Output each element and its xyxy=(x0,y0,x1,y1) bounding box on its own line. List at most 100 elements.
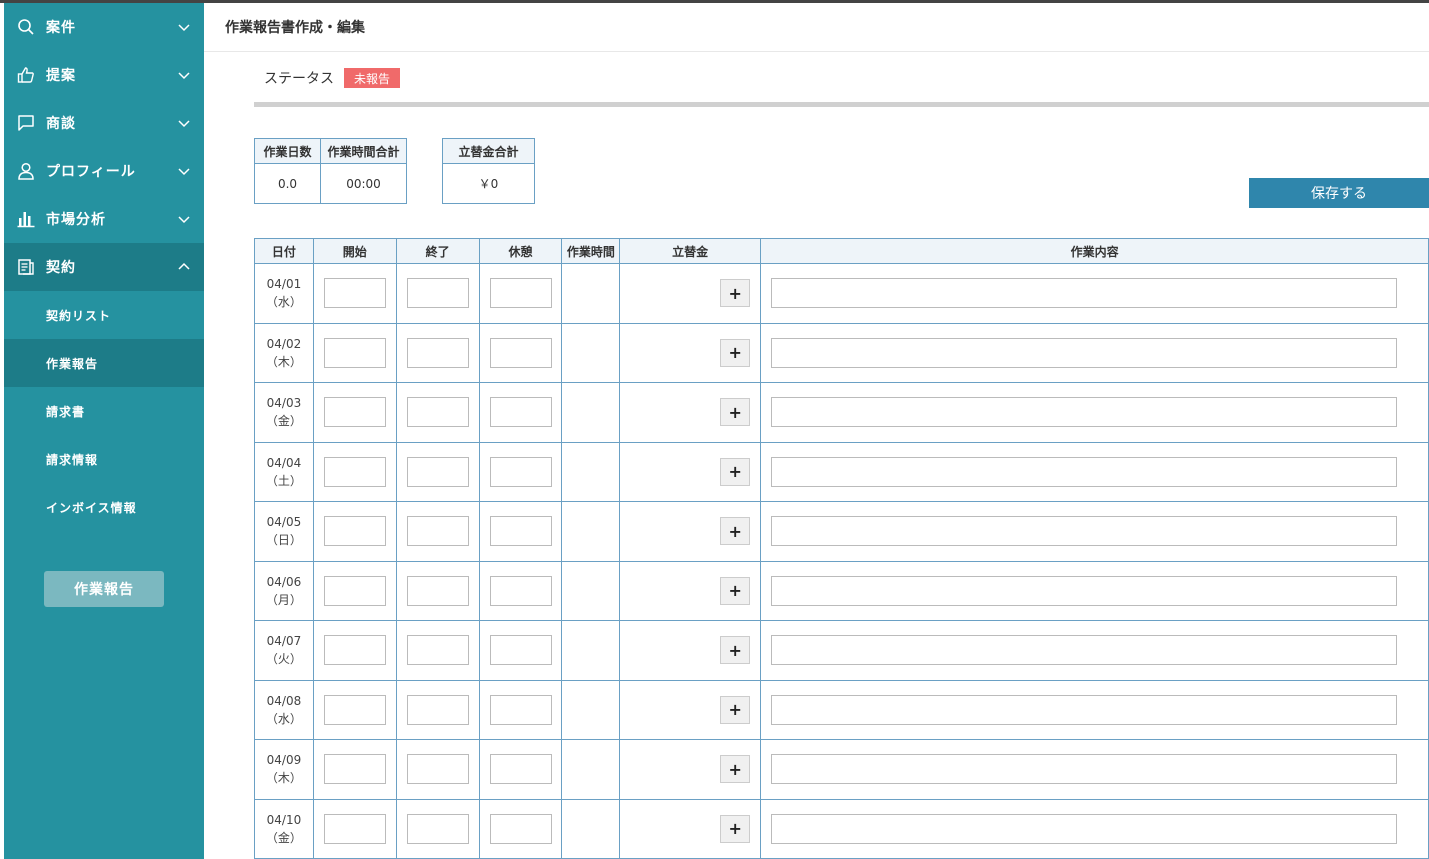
work-content-input[interactable] xyxy=(771,635,1398,666)
sidebar-subitem-work-report[interactable]: 作業報告 xyxy=(4,339,204,387)
add-expense-button[interactable]: + xyxy=(720,695,751,724)
date-cell: 04/01 （水） xyxy=(254,263,314,324)
sidebar-item-proposals[interactable]: 提案 xyxy=(4,51,204,99)
end-time-input[interactable] xyxy=(406,635,469,666)
break-time-input[interactable] xyxy=(489,397,552,428)
work-content-input[interactable] xyxy=(771,278,1398,309)
sidebar-subitem-billing-info[interactable]: 請求情報 xyxy=(4,435,204,483)
chevron-up-icon xyxy=(178,262,190,270)
end-time-input[interactable] xyxy=(406,754,469,785)
save-button[interactable]: 保存する xyxy=(1249,178,1429,208)
content-cell xyxy=(760,382,1429,443)
work-content-input[interactable] xyxy=(771,813,1398,844)
work-content-input[interactable] xyxy=(771,456,1398,487)
sidebar-subitem-contract-list[interactable]: 契約リスト xyxy=(4,291,204,339)
expense-cell: + xyxy=(619,798,762,859)
table-row: 04/06 （月） + xyxy=(254,560,1429,621)
add-expense-button[interactable]: + xyxy=(720,517,751,546)
work-content-input[interactable] xyxy=(771,575,1398,606)
start-time-input[interactable] xyxy=(323,337,386,368)
break-time-input[interactable] xyxy=(489,754,552,785)
add-expense-button[interactable]: + xyxy=(720,279,751,308)
sidebar-subitem-invoice[interactable]: 請求書 xyxy=(4,387,204,435)
break-time-input[interactable] xyxy=(489,456,552,487)
search-icon xyxy=(16,17,36,37)
break-time-input[interactable] xyxy=(489,635,552,666)
start-time-input[interactable] xyxy=(323,635,386,666)
end-time-input[interactable] xyxy=(406,337,469,368)
break-time-input[interactable] xyxy=(489,575,552,606)
end-time-input[interactable] xyxy=(406,694,469,725)
start-time-input[interactable] xyxy=(323,516,386,547)
start-time-input[interactable] xyxy=(323,278,386,309)
work-report-button[interactable]: 作業報告 xyxy=(44,571,164,607)
end-time-input[interactable] xyxy=(406,813,469,844)
break-time-input[interactable] xyxy=(489,278,552,309)
date-cell: 04/04 （土） xyxy=(254,441,314,502)
add-expense-button[interactable]: + xyxy=(720,814,751,843)
add-expense-button[interactable]: + xyxy=(720,398,751,427)
work-content-input[interactable] xyxy=(771,516,1398,547)
add-expense-button[interactable]: + xyxy=(720,755,751,784)
end-time-input[interactable] xyxy=(406,516,469,547)
start-time-input[interactable] xyxy=(323,813,386,844)
work-hours-header: 作業時間合計 xyxy=(320,138,407,164)
start-cell xyxy=(312,798,397,859)
end-time-input[interactable] xyxy=(406,397,469,428)
weekday-text: （金） xyxy=(265,414,302,429)
end-time-input[interactable] xyxy=(406,456,469,487)
sidebar-item-cases[interactable]: 案件 xyxy=(4,3,204,51)
break-cell xyxy=(478,679,563,740)
content-cell xyxy=(760,560,1429,621)
add-expense-button[interactable]: + xyxy=(720,636,751,665)
chat-icon xyxy=(16,113,36,133)
date-text: 04/09 xyxy=(266,753,302,768)
table-row: 04/04 （土） + xyxy=(254,441,1429,502)
sidebar-item-contract[interactable]: 契約 xyxy=(4,243,204,291)
start-time-input[interactable] xyxy=(323,397,386,428)
status-badge: 未報告 xyxy=(344,68,401,88)
break-time-input[interactable] xyxy=(489,516,552,547)
break-time-input[interactable] xyxy=(489,337,552,368)
user-icon xyxy=(16,161,36,181)
sidebar-item-label: 商談 xyxy=(46,116,76,132)
sidebar-item-negotiations[interactable]: 商談 xyxy=(4,99,204,147)
end-time-input[interactable] xyxy=(406,278,469,309)
work-content-input[interactable] xyxy=(771,694,1398,725)
work-time-cell xyxy=(561,382,621,443)
work-content-input[interactable] xyxy=(771,397,1398,428)
break-cell xyxy=(478,620,563,681)
work-content-input[interactable] xyxy=(771,754,1398,785)
work-time-cell xyxy=(561,560,621,621)
break-time-input[interactable] xyxy=(489,694,552,725)
weekday-text: （木） xyxy=(265,771,302,786)
break-cell xyxy=(478,263,563,324)
chevron-down-icon xyxy=(178,216,190,224)
end-time-input[interactable] xyxy=(406,575,469,606)
column-header-content: 作業内容 xyxy=(760,238,1429,264)
sidebar-item-market-analysis[interactable]: 市場分析 xyxy=(4,195,204,243)
date-cell: 04/08 （水） xyxy=(254,679,314,740)
start-cell xyxy=(312,501,397,562)
start-time-input[interactable] xyxy=(323,456,386,487)
start-time-input[interactable] xyxy=(323,575,386,606)
add-expense-button[interactable]: + xyxy=(720,457,751,486)
add-expense-button[interactable]: + xyxy=(720,576,751,605)
break-cell xyxy=(478,501,563,562)
sidebar-item-profile[interactable]: プロフィール xyxy=(4,147,204,195)
date-cell: 04/10 （金） xyxy=(254,798,314,859)
table-row: 04/08 （水） + xyxy=(254,679,1429,740)
date-cell: 04/02 （木） xyxy=(254,322,314,383)
date-cell: 04/03 （金） xyxy=(254,382,314,443)
bar-chart-icon xyxy=(16,209,36,229)
weekday-text: （月） xyxy=(265,592,302,607)
sidebar-subitem-invoice-info[interactable]: インボイス情報 xyxy=(4,483,204,531)
break-cell xyxy=(478,798,563,859)
start-time-input[interactable] xyxy=(323,754,386,785)
start-time-input[interactable] xyxy=(323,694,386,725)
work-content-input[interactable] xyxy=(771,337,1398,368)
add-expense-button[interactable]: + xyxy=(720,338,751,367)
break-time-input[interactable] xyxy=(489,813,552,844)
sidebar-item-label: 契約 xyxy=(46,260,76,276)
end-cell xyxy=(395,620,480,681)
